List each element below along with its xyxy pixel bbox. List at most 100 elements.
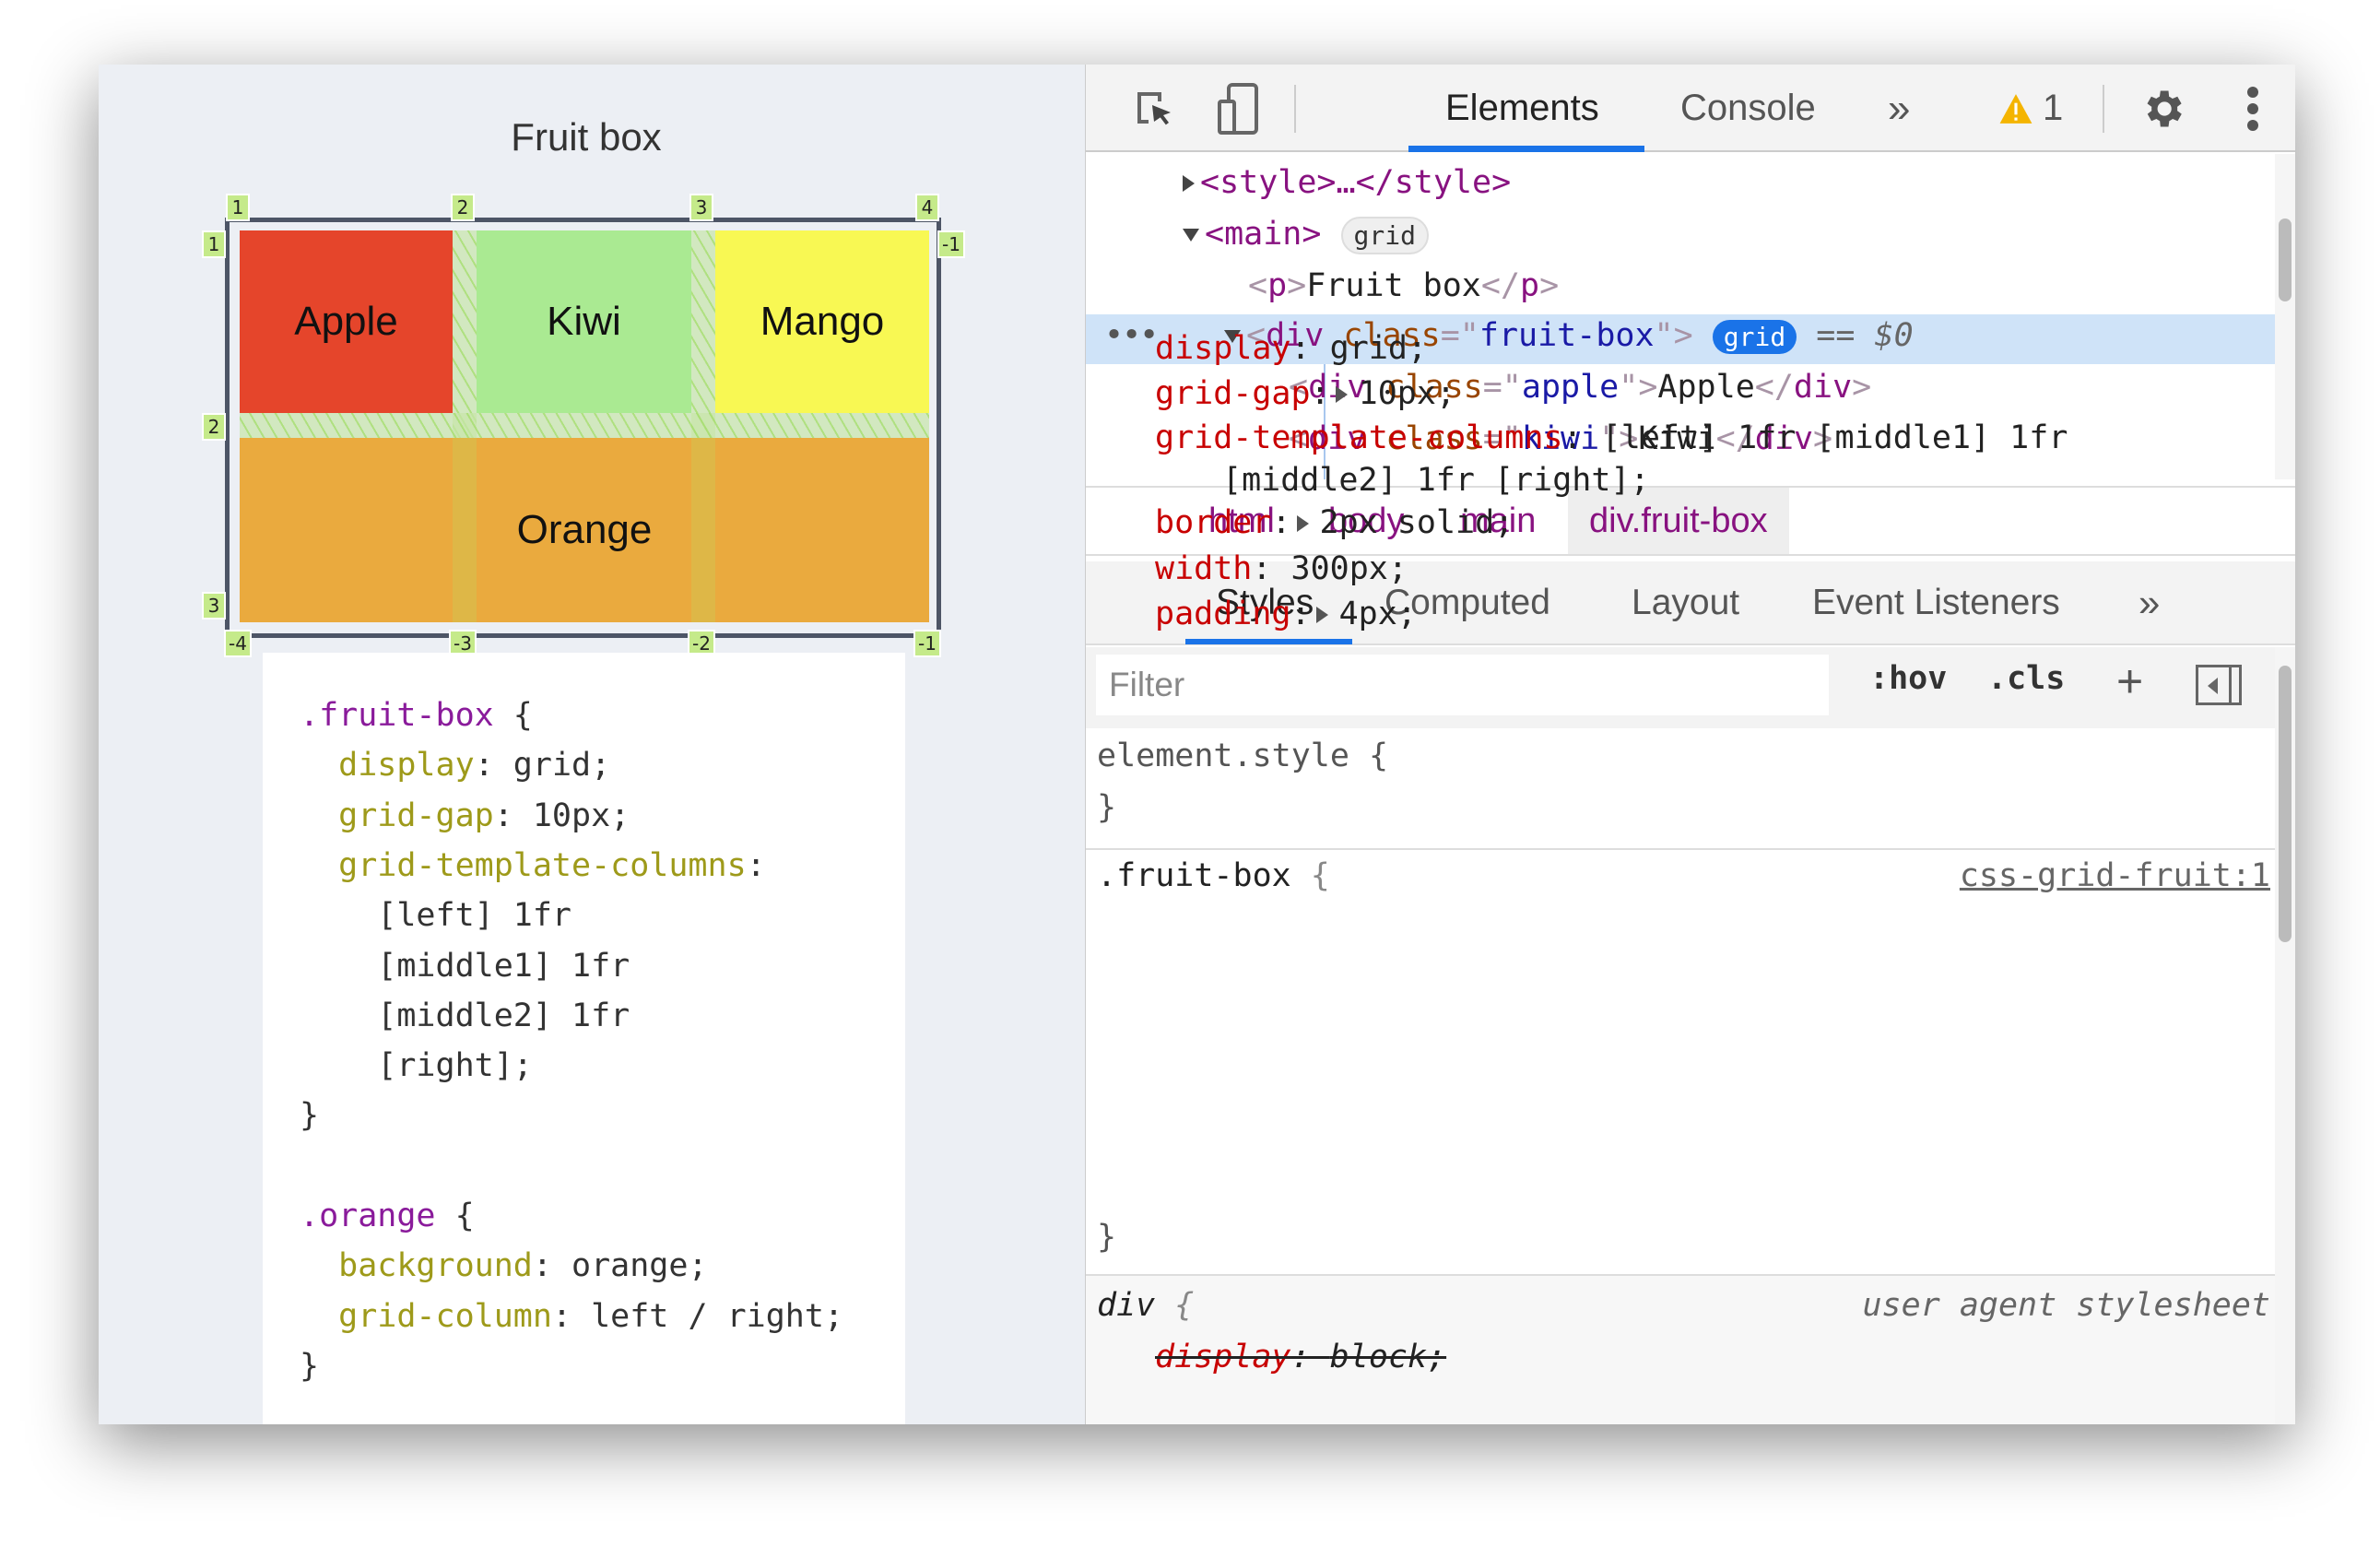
hov-button[interactable]: :hov — [1869, 660, 1947, 697]
dom-node-p[interactable]: <p>Fruit box</p> — [1248, 267, 1559, 304]
app-window: Fruit box Apple Kiwi Mango Orange 1 -4 2 -3… — [99, 65, 2295, 1424]
orange-label: Orange — [516, 507, 653, 552]
close-brace: } — [1097, 1219, 1117, 1256]
rule-divider — [1086, 848, 2275, 850]
devtools-toolbar: Elements Console » 1 — [1086, 65, 2295, 152]
more-options-icon[interactable] — [2247, 65, 2258, 152]
style-property[interactable]: display: grid; — [1155, 330, 1427, 367]
class-value: apple — [1521, 369, 1620, 406]
rule-selector[interactable]: .fruit-box { — [1097, 857, 1330, 894]
new-style-rule-icon[interactable]: + — [2116, 655, 2143, 708]
grid-line-label-bottom: -4 — [224, 630, 252, 657]
grid-line-label-bottom: -1 — [913, 630, 941, 657]
dom-node-main[interactable]: <main> grid — [1183, 216, 1429, 254]
kiwi-label: Kiwi — [547, 299, 621, 344]
mango-cell: Mango — [715, 230, 929, 413]
code-token: .fruit-box — [300, 697, 494, 734]
more-tabs-icon[interactable]: » — [1888, 65, 1910, 152]
grid-line-label-left: 2 — [202, 413, 226, 441]
active-tab-underline — [1408, 146, 1644, 152]
panel-tab[interactable]: Event Listeners — [1812, 561, 2060, 643]
inspect-element-icon[interactable] — [1132, 65, 1176, 152]
page-preview: Fruit box Apple Kiwi Mango Orange 1 -4 2 -3… — [99, 65, 1074, 1424]
row-gap — [240, 413, 929, 438]
code-line: [left] 1fr — [300, 897, 571, 934]
tab-console[interactable]: Console — [1680, 65, 1816, 152]
property-name: padding — [1155, 596, 1291, 632]
code-line: } — [300, 1348, 319, 1385]
node-actions-ellipsis[interactable]: ••• — [1104, 317, 1159, 354]
style-property[interactable]: width: 300px; — [1155, 550, 1408, 587]
pane-divider[interactable] — [1074, 65, 1086, 1424]
code-token: grid-gap — [300, 797, 494, 834]
warning-icon — [1999, 93, 2032, 124]
settings-gear-icon[interactable] — [2138, 65, 2186, 152]
code-token: [middle2] 1fr — [300, 997, 630, 1034]
code-line: [right]; — [300, 1047, 533, 1084]
code-token: { — [435, 1198, 475, 1234]
p-text: Fruit box — [1306, 267, 1481, 304]
property-name: grid-gap — [1155, 375, 1311, 412]
warnings-button[interactable]: 1 — [1998, 65, 2063, 152]
code-token: : — [746, 846, 766, 884]
grid-line-label-left: 3 — [202, 592, 226, 620]
style-property[interactable]: grid-gap: 10px; — [1155, 375, 1455, 412]
device-toolbar-icon[interactable] — [1215, 65, 1261, 152]
property-value: grid; — [1329, 330, 1428, 367]
orange-cell: Orange — [240, 438, 929, 622]
element-style-selector[interactable]: element.style { — [1097, 738, 1388, 774]
code-token: : orange; — [532, 1247, 708, 1285]
code-token: [right]; — [300, 1047, 533, 1085]
code-line: .fruit-box { — [300, 697, 533, 734]
cls-button[interactable]: .cls — [1987, 660, 2065, 697]
property-name: border — [1155, 504, 1272, 541]
grid-line-label-top: 1 — [226, 194, 250, 221]
style-property[interactable]: padding: 4px; — [1155, 596, 1417, 632]
mango-label: Mango — [760, 299, 885, 344]
devtools-panel: Elements Console » 1 <style>…</style> <m… — [1086, 65, 2295, 1424]
grid-badge-active[interactable]: grid — [1712, 319, 1797, 354]
dom-scrollbar[interactable] — [2275, 154, 2295, 479]
style-property[interactable]: border: 2px solid; — [1155, 504, 1514, 541]
code-token: background — [300, 1247, 533, 1285]
warning-count: 1 — [2043, 88, 2064, 128]
property-value: 300px; — [1290, 550, 1408, 587]
grid-badge[interactable]: grid — [1340, 216, 1429, 254]
collapse-triangle-icon[interactable] — [1183, 229, 1199, 242]
expand-triangle-icon[interactable] — [1335, 386, 1348, 403]
apple-cell: Apple — [240, 230, 453, 413]
main-tag: <main> — [1205, 216, 1322, 253]
kiwi-cell: Kiwi — [477, 230, 691, 413]
panel-tab-underline — [1185, 639, 1352, 644]
tab-elements[interactable]: Elements — [1445, 65, 1599, 152]
code-line: [middle2] 1fr — [300, 997, 630, 1034]
toggle-sidebar-icon[interactable] — [2196, 665, 2242, 705]
node-text: Apple — [1657, 369, 1755, 406]
panel-tab[interactable]: Layout — [1632, 561, 1739, 643]
grid-line-label-right: -1 — [937, 230, 965, 258]
apple-label: Apple — [294, 299, 398, 344]
property-value: 4px; — [1338, 596, 1417, 632]
more-panel-tabs-icon[interactable]: » — [2138, 561, 2160, 643]
expand-triangle-icon[interactable] — [1296, 515, 1309, 532]
ua-source: user agent stylesheet — [1862, 1287, 2270, 1324]
code-line: .orange { — [300, 1198, 475, 1234]
expand-triangle-icon[interactable] — [1183, 175, 1195, 192]
dom-node-style[interactable]: <style>…</style> — [1183, 164, 1511, 201]
styles-scrollbar[interactable] — [2275, 647, 2295, 1424]
code-line: [middle1] 1fr — [300, 948, 630, 985]
code-token: grid-column — [300, 1297, 552, 1335]
code-token: display — [300, 747, 475, 785]
rule-source-link[interactable]: css-grid-fruit:1 — [1960, 857, 2270, 894]
style-property[interactable]: grid-template-columns: [left] 1fr [middl… — [1155, 419, 2068, 456]
ua-prop-overridden[interactable]: display: block; — [1155, 1339, 1446, 1375]
close-brace: } — [1097, 789, 1117, 826]
expand-triangle-icon[interactable] — [1315, 607, 1328, 623]
property-value: 10px; — [1358, 375, 1456, 412]
column-gap-overlay — [691, 438, 715, 622]
filter-input[interactable]: Filter — [1096, 655, 1829, 715]
grid-line-label-left: 1 — [202, 230, 226, 258]
ua-selector[interactable]: div { — [1097, 1287, 1194, 1324]
code-line: display: grid; — [300, 747, 610, 784]
code-token: : left / right; — [551, 1297, 844, 1335]
